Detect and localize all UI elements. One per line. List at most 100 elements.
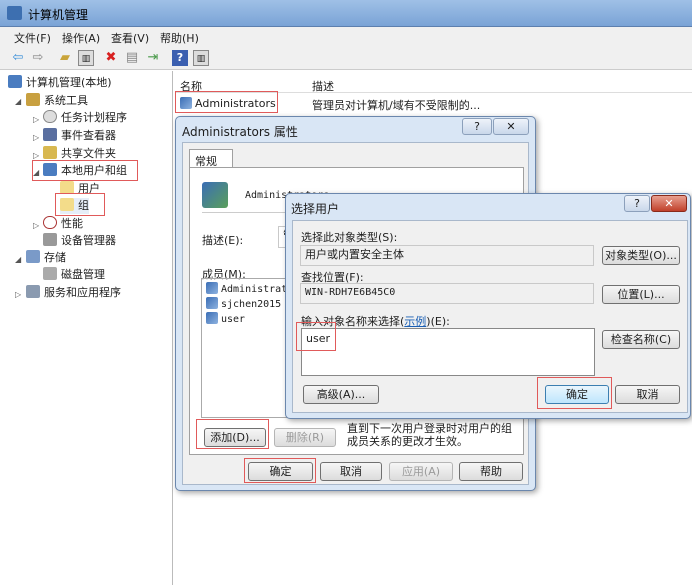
tree-services-apps[interactable]: 服务和应用程序 bbox=[26, 285, 121, 301]
object-type-value: 用户或内置安全主体 bbox=[305, 248, 404, 261]
expand-icon[interactable]: ▷ bbox=[33, 221, 39, 230]
location-field: WIN-RDH7E6B45C0 bbox=[300, 283, 594, 304]
expand-icon[interactable]: ▷ bbox=[33, 115, 39, 124]
expand-icon[interactable]: ▷ bbox=[33, 133, 39, 142]
performance-icon bbox=[43, 216, 57, 229]
user-icon bbox=[206, 312, 218, 324]
check-names-button[interactable]: 检查名称(C) bbox=[602, 330, 680, 349]
member-name: sjchen2015 bbox=[221, 299, 282, 310]
tree-users[interactable]: 用户 bbox=[60, 181, 100, 197]
help-button[interactable]: ? bbox=[624, 195, 650, 212]
storage-icon bbox=[26, 250, 40, 263]
ok-button[interactable]: 确定 bbox=[545, 385, 609, 404]
ok-button[interactable]: 确定 bbox=[248, 462, 313, 481]
user-icon bbox=[206, 297, 218, 309]
list-item[interactable]: sjchen2015 bbox=[206, 297, 281, 310]
tree-groups[interactable]: 组 bbox=[60, 198, 89, 214]
column-name[interactable]: 名称 bbox=[180, 78, 202, 94]
tree-storage[interactable]: 存储 bbox=[26, 250, 66, 266]
disk-icon bbox=[43, 267, 57, 280]
cancel-button[interactable]: 取消 bbox=[320, 462, 382, 481]
select-users-dialog: 选择用户 ? ✕ 选择此对象类型(S): 用户或内置安全主体 对象类型(O)..… bbox=[285, 193, 691, 419]
toolbar: ⇦ ⇨ ▰ ▥ ✖ ▤ ⇥ ? ▥ bbox=[0, 46, 692, 70]
menu-action[interactable]: 操作(A) bbox=[62, 30, 100, 46]
tree-label: 本地用户和组 bbox=[61, 164, 127, 177]
locations-button[interactable]: 位置(L)... bbox=[602, 285, 680, 304]
remove-button[interactable]: 删除(R) bbox=[274, 428, 336, 447]
help-text-button[interactable]: 帮助 bbox=[459, 462, 523, 481]
menu-bar: 文件(F) 操作(A) 查看(V) 帮助(H) bbox=[0, 27, 692, 46]
show-tree-icon[interactable]: ▥ bbox=[78, 50, 94, 66]
show-action-pane-icon[interactable]: ▥ bbox=[193, 50, 209, 66]
back-icon[interactable]: ⇦ bbox=[10, 50, 26, 66]
examples-link[interactable]: 示例 bbox=[404, 315, 426, 328]
table-row[interactable]: Administrators 管理员对计算机/域有不受限制的... bbox=[179, 95, 480, 112]
services-icon bbox=[26, 285, 40, 298]
expand-icon[interactable]: ▷ bbox=[33, 151, 39, 160]
navigation-tree: 计算机管理(本地) ◢ 系统工具 ▷ 任务计划程序 ▷ 事件查看器 ▷ 共享文件… bbox=[0, 71, 173, 585]
menu-file[interactable]: 文件(F) bbox=[14, 30, 51, 46]
collapse-icon[interactable]: ◢ bbox=[15, 97, 21, 106]
tools-icon bbox=[26, 93, 40, 106]
users-icon bbox=[43, 163, 57, 176]
user-icon bbox=[206, 282, 218, 294]
export-icon[interactable]: ⇥ bbox=[145, 50, 161, 66]
tab-general[interactable]: 常规 bbox=[189, 149, 233, 168]
tree-label: 任务计划程序 bbox=[61, 111, 127, 124]
tree-label: 共享文件夹 bbox=[61, 147, 116, 160]
collapse-icon[interactable]: ◢ bbox=[15, 255, 21, 264]
tree-label: 用户 bbox=[78, 182, 100, 195]
tree-root[interactable]: 计算机管理(本地) bbox=[8, 75, 112, 91]
tree-event-viewer[interactable]: 事件查看器 bbox=[43, 128, 116, 144]
list-item[interactable]: user bbox=[206, 312, 245, 325]
delete-icon[interactable]: ✖ bbox=[103, 50, 119, 66]
tree-label: 服务和应用程序 bbox=[44, 286, 121, 299]
object-type-label: 选择此对象类型(S): bbox=[301, 231, 398, 244]
forward-icon[interactable]: ⇨ bbox=[30, 50, 46, 66]
tree-performance[interactable]: 性能 bbox=[43, 216, 83, 232]
object-types-button[interactable]: 对象类型(O)... bbox=[602, 246, 680, 265]
object-name-label: 输入对象名称来选择(示例)(E): bbox=[301, 313, 450, 329]
close-button[interactable]: ✕ bbox=[651, 195, 687, 212]
group-icon bbox=[202, 182, 228, 208]
up-folder-icon[interactable]: ▰ bbox=[57, 50, 73, 66]
menu-view[interactable]: 查看(V) bbox=[111, 30, 149, 46]
add-button[interactable]: 添加(D)... bbox=[204, 428, 266, 447]
help-icon[interactable]: ? bbox=[172, 50, 188, 66]
label-text: )(E): bbox=[426, 315, 450, 328]
tree-system-tools[interactable]: 系统工具 bbox=[26, 93, 88, 109]
object-name-input[interactable]: user bbox=[301, 328, 595, 376]
cancel-button[interactable]: 取消 bbox=[615, 385, 680, 404]
tree-device-manager[interactable]: 设备管理器 bbox=[43, 233, 116, 249]
apply-button[interactable]: 应用(A) bbox=[389, 462, 453, 481]
object-name-value: user bbox=[306, 332, 330, 345]
column-description[interactable]: 描述 bbox=[312, 78, 334, 94]
event-viewer-icon bbox=[43, 128, 57, 141]
computer-management-icon bbox=[7, 6, 22, 20]
member-name: user bbox=[221, 314, 246, 325]
tree-root-label: 计算机管理(本地) bbox=[26, 76, 112, 89]
advanced-button[interactable]: 高级(A)... bbox=[303, 385, 379, 404]
help-button[interactable]: ? bbox=[462, 118, 492, 135]
dialog-body: 选择此对象类型(S): 用户或内置安全主体 对象类型(O)... 查找位置(F)… bbox=[292, 220, 688, 413]
tree-label: 事件查看器 bbox=[61, 129, 116, 142]
tree-label: 存储 bbox=[44, 251, 66, 264]
title-bar: 计算机管理 bbox=[0, 0, 692, 27]
properties-icon[interactable]: ▤ bbox=[124, 50, 140, 66]
dialog-title: Administrators 属性 bbox=[182, 125, 298, 139]
collapse-icon[interactable]: ◢ bbox=[33, 168, 39, 177]
description-label: 描述(E): bbox=[202, 234, 244, 247]
tree-label: 性能 bbox=[61, 217, 83, 230]
tree-shared-folders[interactable]: 共享文件夹 bbox=[43, 146, 116, 162]
tree-local-users-groups[interactable]: 本地用户和组 bbox=[43, 163, 127, 179]
list-header: 名称 描述 bbox=[175, 75, 692, 93]
expand-icon[interactable]: ▷ bbox=[15, 290, 21, 299]
window-title: 计算机管理 bbox=[28, 8, 89, 22]
tree-task-scheduler[interactable]: 任务计划程序 bbox=[43, 110, 127, 126]
menu-help[interactable]: 帮助(H) bbox=[160, 30, 199, 46]
computer-icon bbox=[8, 75, 22, 88]
clock-icon bbox=[43, 110, 57, 123]
tree-disk-management[interactable]: 磁盘管理 bbox=[43, 267, 105, 283]
device-manager-icon bbox=[43, 233, 57, 246]
close-button[interactable]: ✕ bbox=[493, 118, 529, 135]
